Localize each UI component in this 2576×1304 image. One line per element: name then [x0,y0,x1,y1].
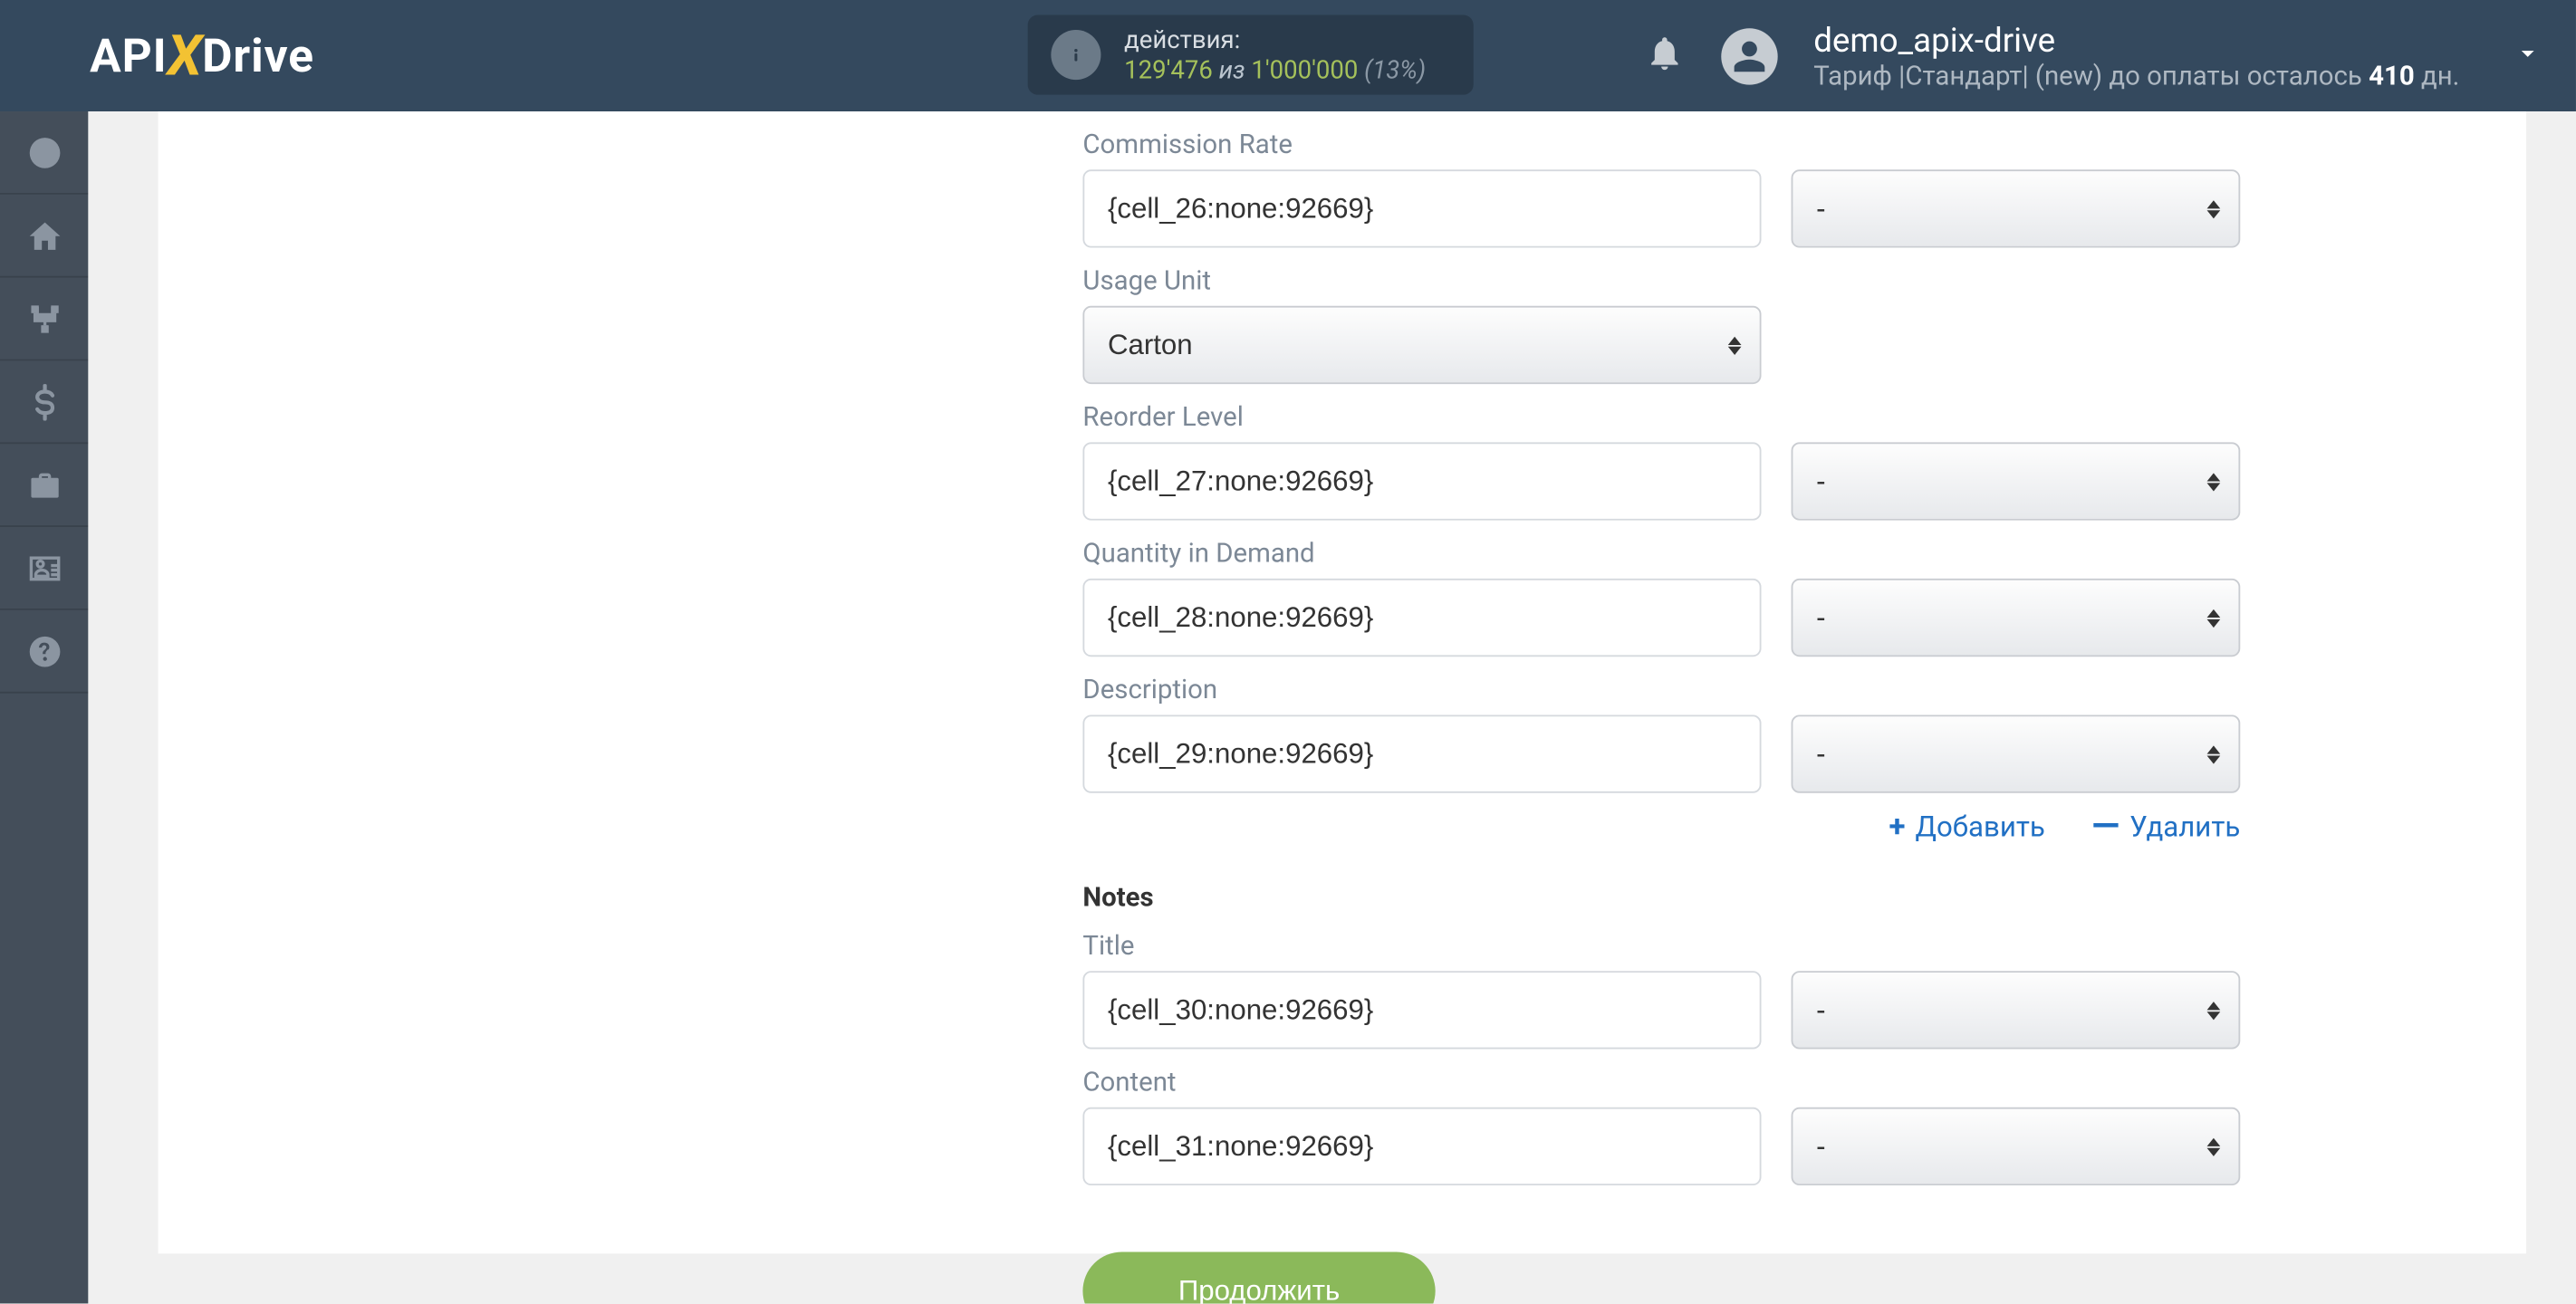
user-name: demo_apix-drive [1813,20,2459,60]
actions-values: 129'476 из 1'000'000 (13%) [1124,55,1426,85]
sidebar-item-run[interactable] [0,111,88,195]
add-link[interactable]: +Добавить [1889,810,2044,845]
logo-post: Drive [202,28,314,83]
sidebar [0,111,88,1303]
logo-x: X [168,23,202,89]
form-card: Commission Rate - Usage Unit Carton Reor… [158,111,2525,1253]
user-block[interactable]: demo_apix-drive Тариф |Стандарт| (new) д… [1813,20,2459,91]
logo-pre: API [90,28,167,83]
qty-demand-input[interactable] [1082,579,1761,657]
field-description: Description - [1082,674,2459,793]
content-aux-select[interactable]: - [1791,1107,2240,1185]
bell-icon[interactable] [1644,33,1684,79]
title-label: Title [1082,929,2459,961]
field-commission-rate: Commission Rate - [1082,128,2459,247]
sidebar-item-briefcase[interactable] [0,444,88,527]
field-content: Content - [1082,1066,2459,1185]
content-label: Content [1082,1066,2459,1098]
actions-counter[interactable]: действия: 129'476 из 1'000'000 (13%) [1028,15,1474,95]
reorder-level-label: Reorder Level [1082,400,2459,432]
header-right: demo_apix-drive Тариф |Стандарт| (new) д… [1644,20,2542,91]
field-usage-unit: Usage Unit Carton [1082,264,2459,384]
delete-link[interactable]: —Удалить [2091,810,2240,845]
continue-button[interactable]: Продолжить [1082,1252,1435,1304]
sidebar-item-home[interactable] [0,195,88,278]
user-tariff: Тариф |Стандарт| (new) до оплаты осталос… [1813,60,2459,91]
content-area: Commission Rate - Usage Unit Carton Reor… [88,111,2576,1303]
description-label: Description [1082,674,2459,705]
sidebar-item-help[interactable] [0,610,88,694]
usage-unit-select[interactable]: Carton [1082,306,1761,384]
qty-demand-label: Quantity in Demand [1082,537,2459,569]
sidebar-item-billing[interactable] [0,360,88,444]
logo[interactable]: API X Drive [90,23,314,89]
description-aux-select[interactable]: - [1791,714,2240,792]
title-aux-select[interactable]: - [1791,971,2240,1049]
description-input[interactable] [1082,714,1761,792]
row-actions: +Добавить —Удалить [1082,810,2240,845]
reorder-level-input[interactable] [1082,442,1761,520]
actions-label: действия: [1124,25,1426,55]
qty-demand-aux-select[interactable]: - [1791,579,2240,657]
usage-unit-label: Usage Unit [1082,264,2459,296]
content-input[interactable] [1082,1107,1761,1185]
sidebar-item-connections[interactable] [0,278,88,361]
plus-icon: + [1889,810,1905,845]
field-reorder-level: Reorder Level - [1082,400,2459,520]
sidebar-item-contacts[interactable] [0,527,88,610]
field-title: Title - [1082,929,2459,1049]
commission-rate-label: Commission Rate [1082,128,2459,159]
reorder-level-aux-select[interactable]: - [1791,442,2240,520]
notes-heading: Notes [1082,881,2459,913]
title-input[interactable] [1082,971,1761,1049]
topbar: API X Drive действия: 129'476 из 1'000'0… [0,0,2576,111]
commission-rate-input[interactable] [1082,169,1761,247]
info-icon [1051,30,1101,80]
field-qty-demand: Quantity in Demand - [1082,537,2459,657]
avatar-icon[interactable] [1720,27,1776,83]
chevron-down-icon[interactable] [2513,37,2542,73]
commission-rate-aux-select[interactable]: - [1791,169,2240,247]
